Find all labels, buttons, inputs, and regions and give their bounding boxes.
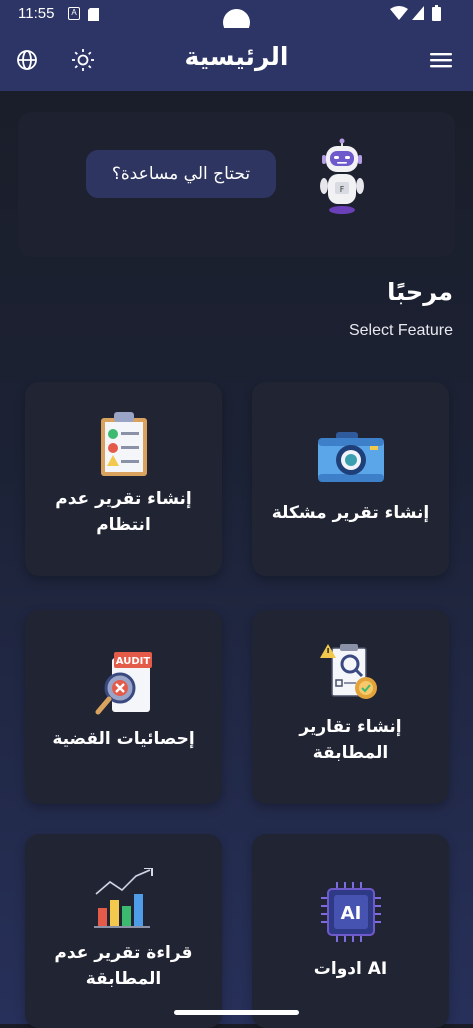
robot-assistant-icon[interactable]: F — [318, 138, 366, 216]
svg-text:AI: AI — [340, 903, 361, 924]
status-time: 11:55 — [18, 5, 55, 22]
feature-label: AI ادوات — [313, 959, 388, 979]
feature-card-ai-tools[interactable]: AI AI ادوات — [252, 834, 449, 1028]
compliance-document-icon — [252, 642, 449, 704]
camera-icon — [252, 432, 449, 484]
menu-hamburger-icon[interactable] — [428, 47, 454, 73]
help-bubble[interactable]: تحتاج الي مساعدة؟ — [86, 150, 276, 198]
bar-chart-icon — [25, 868, 222, 928]
feature-card-read-nonconformity-report[interactable]: قراءة تقرير عدم المطابقة — [25, 834, 222, 1028]
feature-label: إحصائيات القضية — [52, 729, 195, 749]
page-title: الرئيسية — [184, 42, 289, 71]
feature-card-irregularity-report[interactable]: إنشاء تقرير عدم انتظام — [25, 382, 222, 576]
feature-card-compliance-reports[interactable]: إنشاء تقارير المطابقة — [252, 610, 449, 804]
audit-search-icon: AUDIT — [25, 652, 222, 718]
feature-card-problem-report[interactable]: إنشاء تقرير مشكلة — [252, 382, 449, 576]
feature-card-case-statistics[interactable]: AUDIT إحصائيات القضية — [25, 610, 222, 804]
svg-text:F: F — [340, 185, 345, 194]
signal-icon — [412, 6, 424, 24]
clipboard-checklist-icon — [25, 412, 222, 478]
svg-text:AUDIT: AUDIT — [115, 656, 150, 667]
welcome-title: مرحبًا — [387, 278, 453, 306]
feature-label: إنشاء تقرير عدم انتظام — [55, 489, 192, 535]
home-indicator[interactable] — [174, 1010, 299, 1015]
select-feature-subtitle: Select Feature — [348, 322, 453, 339]
app-bar: الرئيسية — [0, 28, 473, 91]
wifi-icon — [390, 6, 408, 24]
feature-label: إنشاء تقارير المطابقة — [299, 717, 402, 763]
notification-a-icon: A — [68, 7, 80, 20]
ai-chip-icon: AI — [252, 882, 449, 942]
battery-icon — [432, 5, 441, 25]
feature-label: قراءة تقرير عدم المطابقة — [54, 943, 193, 989]
help-card[interactable]: تحتاج الي مساعدة؟ F — [18, 112, 455, 257]
sim-card-icon — [88, 7, 99, 25]
feature-label: إنشاء تقرير مشكلة — [271, 503, 430, 523]
